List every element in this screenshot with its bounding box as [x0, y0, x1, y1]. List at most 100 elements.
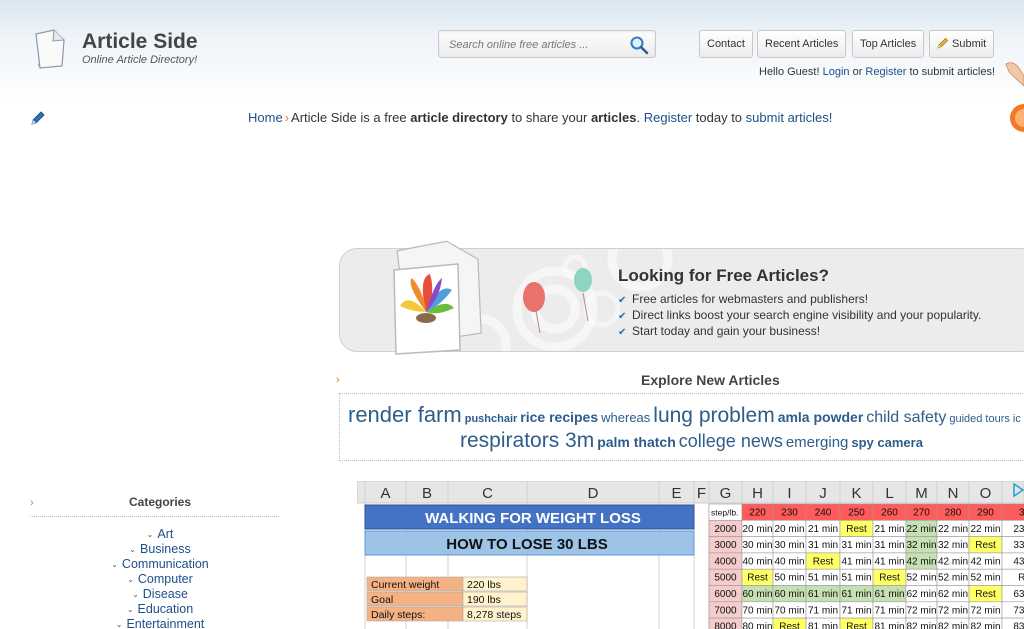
sheet-data-label: 31 min: [874, 540, 904, 551]
tag-link[interactable]: guided tours: [949, 413, 1010, 425]
sheet-data-label: 82 min: [938, 622, 968, 629]
sheet-data-label: 21 min: [808, 524, 838, 535]
promo-item: ✔ Start today and gain your business!: [618, 323, 981, 339]
sheet-data-label: Rest: [975, 540, 996, 551]
sheet-steps-label: 8000: [714, 622, 737, 629]
sheet-data-label: 83 m: [1013, 622, 1024, 629]
sheet-data-label: 33 m: [1013, 540, 1024, 551]
category-entertainment[interactable]: ⌄ Entertainment: [30, 617, 290, 629]
sheet-column-header: N: [948, 485, 959, 502]
submit-button[interactable]: Submit: [929, 30, 995, 58]
sheet-data-label: 40 min: [742, 556, 772, 567]
tag-link[interactable]: amla powder: [778, 409, 864, 425]
sheet-data-label: Rest: [879, 573, 900, 584]
category-communication[interactable]: ⌄ Communication: [30, 557, 290, 572]
sheet-data-label: Rest: [813, 556, 834, 567]
sheet-weight-label: 260: [881, 508, 898, 519]
sheet-column-header: C: [482, 485, 493, 502]
search-icon[interactable]: [629, 35, 649, 55]
sheet-data-label: 62 min: [906, 589, 936, 600]
sheet-data-label: 71 min: [874, 605, 904, 616]
edit-icon[interactable]: [30, 110, 46, 126]
sheet-steps-label: 2000: [714, 524, 737, 535]
tag-link[interactable]: pushchair: [465, 413, 518, 425]
sheet-data-label: 72 min: [970, 605, 1000, 616]
tag-link[interactable]: render farm: [348, 402, 462, 428]
contact-button[interactable]: Contact: [699, 30, 753, 58]
sheet-data-label: 52 min: [938, 573, 968, 584]
sheet-data-label: 51 min: [808, 573, 838, 584]
sheet-weight-label: 250: [848, 508, 865, 519]
register-link[interactable]: Register: [865, 66, 906, 78]
sheet-data-label: Rest: [747, 573, 768, 584]
search-input[interactable]: [449, 36, 619, 54]
tag-link[interactable]: child safety: [866, 409, 946, 427]
sheet-data-label: 21 min: [874, 524, 904, 535]
sheet-data-label: 63 m: [1013, 589, 1024, 600]
chevron-down-icon: ⌄: [127, 575, 134, 584]
sheet-info-label: Current weight: [371, 579, 439, 591]
sheet-column-header: A: [380, 485, 390, 502]
sheet-weight-label: 230: [781, 508, 798, 519]
tag-link[interactable]: rice recipes: [520, 409, 598, 425]
tag-link[interactable]: emerging: [786, 434, 849, 451]
sheet-data-label: 41 min: [874, 556, 904, 567]
category-art[interactable]: ⌄ Art: [30, 527, 290, 542]
category-computer[interactable]: ⌄ Computer: [30, 572, 290, 587]
sheet-column-header: B: [422, 485, 432, 502]
sheet-column-header: G: [720, 485, 732, 502]
sheet-data-label: 42 min: [906, 556, 936, 567]
chevron-down-icon: ⌄: [111, 560, 118, 569]
recent-articles-button[interactable]: Recent Articles: [757, 30, 847, 58]
sheet-data-label: Rest: [846, 622, 867, 629]
top-articles-button[interactable]: Top Articles: [852, 30, 925, 58]
register-link-breadcrumb[interactable]: Register: [644, 110, 692, 125]
tag-link[interactable]: palm thatch: [597, 434, 676, 450]
explore-title: Explore New Articles: [641, 372, 780, 388]
document-logo-icon[interactable]: [32, 28, 68, 70]
explore-arrow-icon: ›: [336, 374, 340, 386]
sheet-column-header: F: [697, 485, 706, 502]
breadcrumb-separator-icon: ›: [284, 110, 290, 125]
sheet-data-label: 72 min: [906, 605, 936, 616]
spreadsheet-ad[interactable]: A B C D E F G H I J K L M N O WALKING FOR WEIGHT LOSS HO…: [357, 481, 1024, 629]
search-box: [438, 30, 656, 58]
sheet-weight-label: 220: [749, 508, 766, 519]
sheet-data-label: 61 min: [841, 589, 871, 600]
sheet-column-header: M: [915, 485, 928, 502]
chevron-down-icon: ⌄: [126, 605, 134, 614]
sheet-weight-label: 240: [815, 508, 832, 519]
sheet-weight-label: 30: [1019, 508, 1024, 519]
category-disease[interactable]: ⌄ Disease: [30, 587, 290, 602]
tag-link[interactable]: college news: [679, 431, 783, 452]
sheet-info-value: 190 lbs: [467, 594, 501, 606]
sheet-data-label: Rest: [779, 622, 800, 629]
chevron-down-icon: ⌄: [146, 530, 154, 539]
categories-divider: [30, 516, 279, 517]
tag-link[interactable]: ic: [1013, 413, 1021, 425]
sheet-data-label: 82 min: [970, 622, 1000, 629]
category-business[interactable]: ⌄ Business: [30, 542, 290, 557]
sheet-column-header: D: [588, 485, 599, 502]
sheet-column-header: I: [787, 485, 791, 502]
sheet-steps-label: 7000: [714, 605, 737, 616]
submit-articles-link[interactable]: submit articles!: [746, 110, 833, 125]
sheet-data-label: 32 min: [938, 540, 968, 551]
tag-link[interactable]: spy camera: [851, 435, 923, 450]
tag-link[interactable]: lung problem: [653, 404, 774, 428]
tag-link[interactable]: whereas: [601, 410, 650, 425]
home-link[interactable]: Home: [248, 110, 283, 125]
sheet-data-label: 70 min: [774, 605, 804, 616]
sheet-data-label: 23 m: [1013, 524, 1024, 535]
login-link[interactable]: Login: [823, 66, 850, 78]
sheet-data-label: 43 m: [1013, 556, 1024, 567]
tag-link[interactable]: respirators 3m: [460, 429, 594, 453]
site-title[interactable]: Article Side: [82, 30, 198, 54]
sheet-data-label: 20 min: [742, 524, 772, 535]
sheet-steps-label: 3000: [714, 540, 737, 551]
sheet-weight-label: 270: [913, 508, 930, 519]
sheet-data-label: 40 min: [774, 556, 804, 567]
ad-choices-icon[interactable]: [1012, 483, 1024, 497]
category-education[interactable]: ⌄ Education: [30, 602, 290, 617]
sheet-column-header: K: [851, 485, 861, 502]
